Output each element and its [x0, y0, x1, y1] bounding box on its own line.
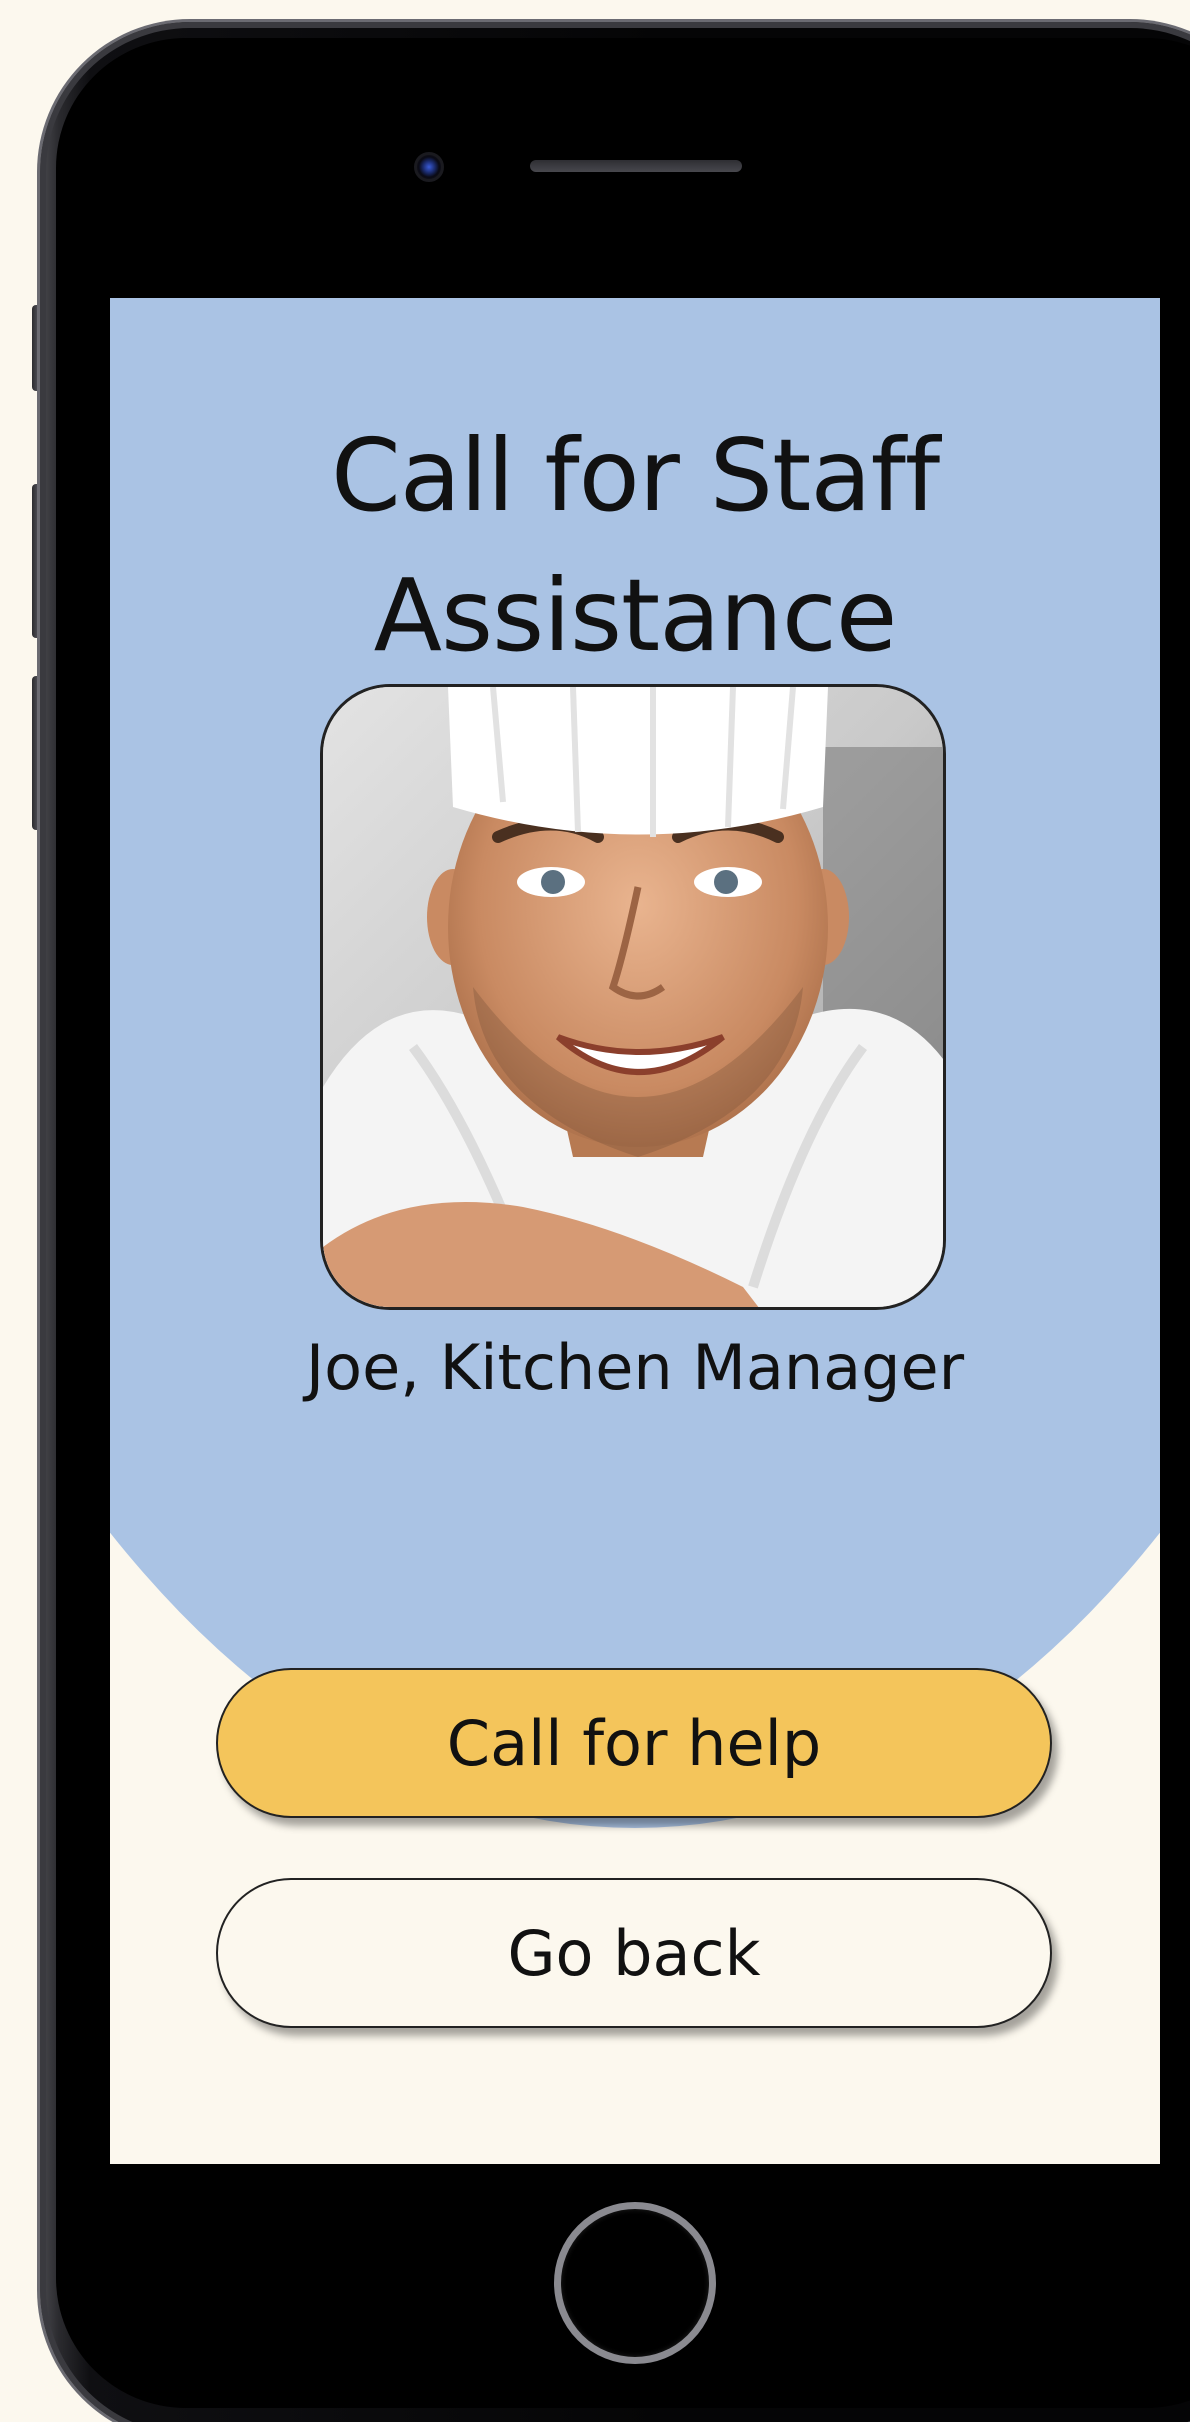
home-button[interactable]	[554, 2202, 716, 2364]
page-background: Call for Staff Assistance Joe, Kitchen M…	[0, 0, 1190, 2422]
app-screen: Call for Staff Assistance Joe, Kitchen M…	[110, 298, 1160, 2164]
chef-photo-icon	[323, 687, 943, 1307]
title-line-1: Call for Staff	[330, 417, 940, 534]
go-back-button[interactable]: Go back	[216, 1878, 1052, 2028]
staff-avatar	[320, 684, 946, 1310]
front-camera-icon	[414, 152, 444, 182]
earpiece-speaker	[530, 160, 742, 172]
staff-name-label: Joe, Kitchen Manager	[305, 1331, 965, 1404]
page-title: Call for Staff Assistance	[110, 406, 1160, 686]
call-for-help-button[interactable]: Call for help	[216, 1668, 1052, 1818]
title-line-2: Assistance	[373, 557, 898, 674]
